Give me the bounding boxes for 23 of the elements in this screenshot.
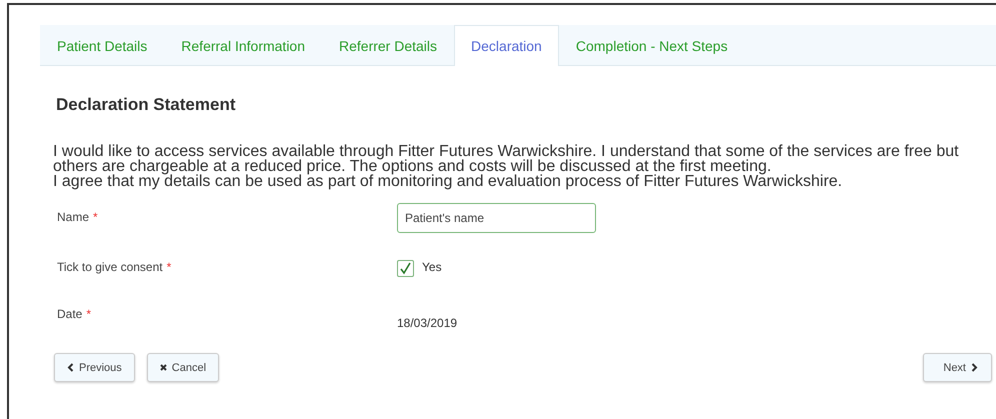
- name-input[interactable]: Patient's name: [397, 203, 596, 233]
- required-mark: *: [93, 210, 98, 224]
- required-mark: *: [86, 307, 92, 321]
- field-label: Date: [57, 307, 82, 321]
- tab[interactable]: Declaration: [454, 25, 559, 66]
- section-heading: Declaration Statement: [56, 95, 236, 115]
- previous-button[interactable]: Previous: [54, 353, 135, 382]
- tab[interactable]: Referral Information: [164, 25, 322, 66]
- declaration-text: I would like to access services available through Fitter Futures Warwickshire. I understand that some of the services are free but others are chargeable at a reduced price. The options and costs will be discussed at the first meeting. I agree that my details can be used as part of monitoring and evaluation process of Fitter Futures Warwickshire.: [53, 144, 960, 189]
- next-button[interactable]: Next: [923, 353, 992, 382]
- field-label: Tick to give consent: [57, 260, 163, 274]
- consent-checkbox[interactable]: [397, 260, 414, 277]
- tab[interactable]: Patient Details: [40, 25, 164, 66]
- tab[interactable]: Completion - Next Steps: [558, 25, 745, 66]
- date-value: 18/03/2019: [397, 316, 458, 330]
- close-icon: [160, 364, 167, 371]
- required-mark: *: [166, 260, 172, 274]
- chevron-right-icon: [971, 363, 978, 372]
- field-label: Name: [57, 210, 90, 224]
- checkbox-label: Yes: [422, 260, 442, 274]
- cancel-button[interactable]: Cancel: [146, 353, 220, 382]
- tab[interactable]: Referrer Details: [322, 25, 454, 66]
- chevron-left-icon: [67, 363, 74, 372]
